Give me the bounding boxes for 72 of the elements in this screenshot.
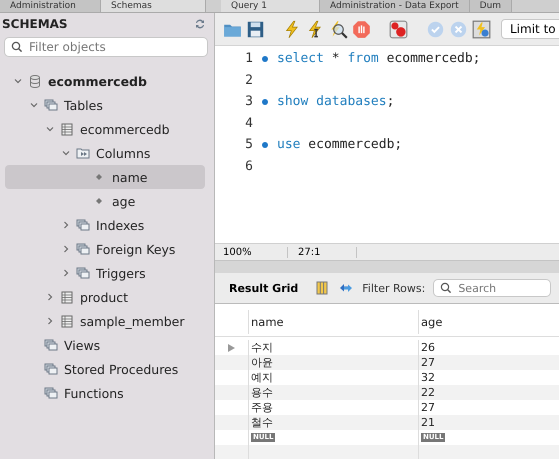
tree-item[interactable]: product: [5, 285, 205, 309]
table-icon: [60, 314, 74, 328]
table-cell: 22: [418, 385, 559, 400]
table-cell: 27: [418, 355, 559, 370]
tab[interactable]: Dum: [470, 0, 512, 12]
line-number: 1: [244, 51, 253, 66]
cursor-position: 27:1: [288, 246, 357, 258]
table-cell: 용수: [248, 385, 418, 400]
line-number: 2: [244, 72, 253, 88]
folder-stack-icon: [76, 242, 90, 256]
table-icon: [60, 122, 74, 136]
chevron-right-icon[interactable]: [61, 268, 71, 278]
folder-stack-icon: [44, 98, 58, 112]
tree-item[interactable]: Foreign Keys: [5, 237, 205, 261]
line-number: 5: [244, 137, 253, 152]
tree-item[interactable]: age: [5, 189, 205, 213]
filter-field[interactable]: Filter objects: [4, 37, 208, 57]
code-line: select * from ecommercedb;: [277, 51, 481, 66]
check-icon[interactable]: [426, 20, 445, 38]
chevron-down-icon[interactable]: [61, 148, 71, 158]
folder-stack-icon: [44, 362, 58, 376]
folder-stack-icon: [44, 338, 58, 352]
table-cell: 21: [418, 415, 559, 430]
chevron-right-icon[interactable]: [45, 316, 55, 326]
tree-item[interactable]: name: [5, 165, 205, 189]
table-cell: 철수: [248, 415, 418, 430]
table-cell: 아윤: [248, 355, 418, 370]
chevron-down-icon[interactable]: [13, 76, 23, 86]
line-number: 4: [244, 116, 253, 131]
column-header[interactable]: name: [248, 310, 418, 334]
database-icon: [28, 74, 42, 88]
chevron-right-icon[interactable]: [61, 244, 71, 254]
columns-icon[interactable]: [314, 280, 330, 296]
tab[interactable]: Administration: [0, 0, 101, 12]
tree-item[interactable]: Views: [5, 333, 205, 357]
column-header[interactable]: age: [418, 310, 559, 334]
search-field[interactable]: Search: [433, 279, 552, 297]
zoom-selector[interactable]: 100%: [215, 246, 288, 258]
tab[interactable]: Administration - Data Export: [320, 0, 470, 12]
line-number: 6: [244, 158, 253, 174]
code-line: use ecommercedb;: [277, 137, 402, 152]
tree-item[interactable]: ecommercedb: [5, 117, 205, 141]
line-number: 3: [244, 94, 253, 110]
tree-item[interactable]: Tables: [5, 93, 205, 117]
tree-item[interactable]: sample_member: [5, 309, 205, 333]
chevron-right-icon[interactable]: [45, 292, 55, 302]
tree-item[interactable]: Triggers: [5, 261, 205, 285]
folder-icon: [76, 146, 90, 160]
save-icon[interactable]: [246, 20, 265, 38]
result-grid-tab[interactable]: Result Grid: [229, 282, 298, 294]
tree-item[interactable]: Columns: [5, 141, 205, 165]
folder-stack-icon: [44, 386, 58, 400]
tree-item[interactable]: Indexes: [5, 213, 205, 237]
chevron-down-icon[interactable]: [29, 100, 39, 110]
folder-stack-icon: [76, 266, 90, 280]
magnifier-icon[interactable]: [329, 20, 348, 38]
tab[interactable]: Query 1: [221, 0, 320, 12]
tree-item[interactable]: Stored Procedures: [5, 357, 205, 381]
code-line: show databases;: [277, 94, 394, 110]
toggle-icon[interactable]: [472, 20, 491, 38]
limit-dropdown[interactable]: Limit to: [501, 19, 559, 39]
folder-stack-icon: [76, 218, 90, 232]
tab[interactable]: Schemas: [101, 0, 206, 12]
tree-item[interactable]: ecommercedb: [5, 69, 205, 93]
table-icon: [60, 290, 74, 304]
chevron-right-icon[interactable]: [61, 220, 71, 230]
search-icon: [440, 282, 452, 294]
chevron-down-icon[interactable]: [45, 124, 55, 134]
tree-item[interactable]: Functions: [5, 381, 205, 405]
search-icon: [11, 41, 23, 53]
panel-title: SCHEMAS: [2, 17, 68, 31]
filter-label: Filter Rows:: [362, 282, 426, 294]
